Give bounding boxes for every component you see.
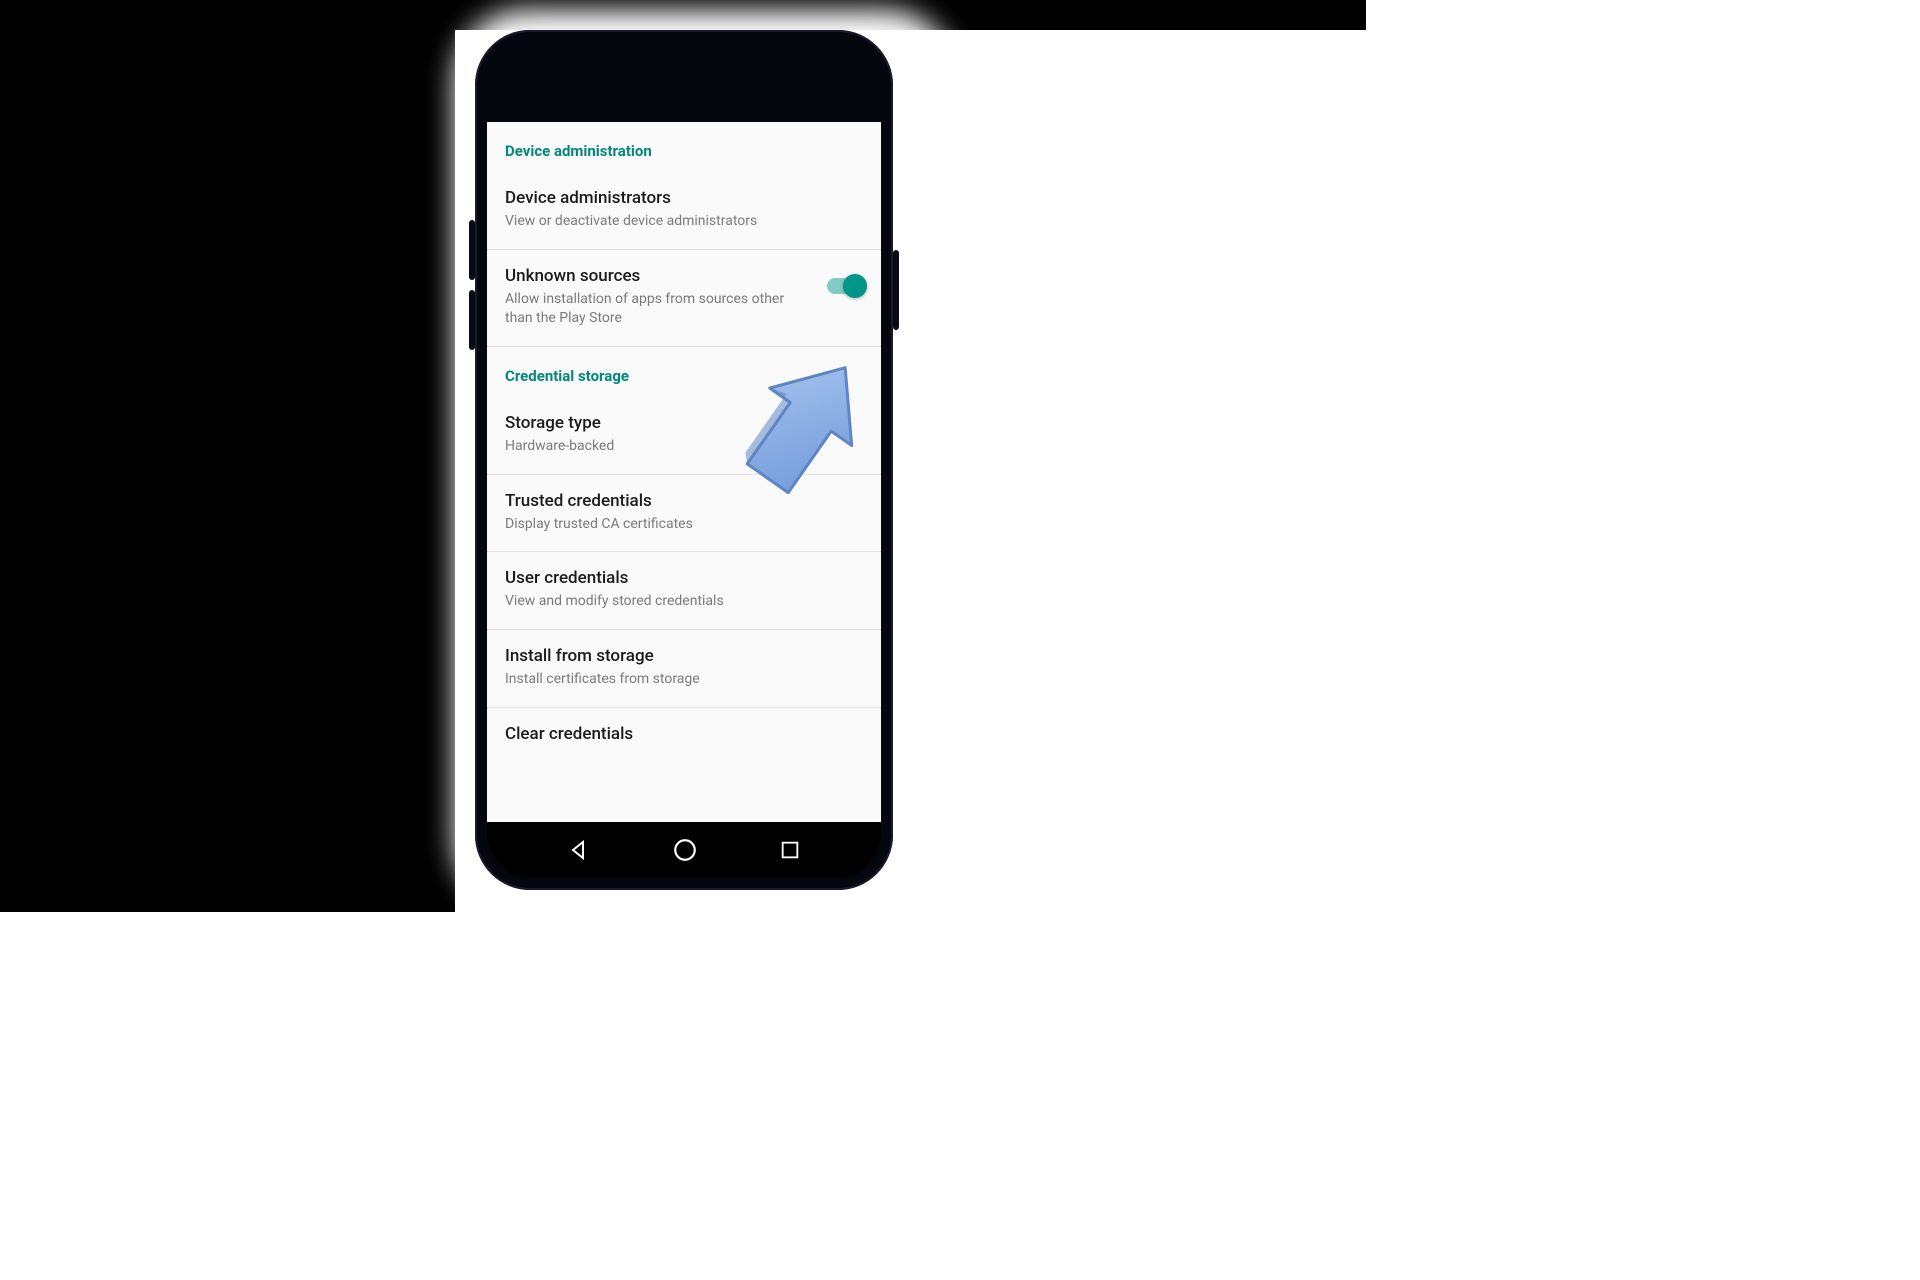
setting-subtitle: Display trusted CA certificates [505,515,863,534]
setting-subtitle: View or deactivate device administrators [505,212,863,231]
setting-device-administrators[interactable]: Device administrators View or deactivate… [487,172,881,250]
setting-text: Unknown sources Allow installation of ap… [505,266,815,328]
setting-install-from-storage[interactable]: Install from storage Install certificate… [487,630,881,708]
volume-up-button [469,220,475,280]
settings-screen: Device administration Device administrat… [487,122,881,822]
setting-user-credentials[interactable]: User credentials View and modify stored … [487,552,881,630]
setting-text: User credentials View and modify stored … [505,568,863,611]
nav-back-icon[interactable] [567,838,591,862]
setting-unknown-sources[interactable]: Unknown sources Allow installation of ap… [487,250,881,347]
toggle-knob-icon [843,274,867,298]
volume-down-button [469,290,475,350]
setting-text: Install from storage Install certificate… [505,646,863,689]
nav-home-icon[interactable] [672,837,698,863]
nav-recent-icon[interactable] [779,839,801,861]
setting-subtitle: Hardware-backed [505,437,863,456]
unknown-sources-toggle[interactable] [827,278,863,294]
setting-storage-type[interactable]: Storage type Hardware-backed [487,397,881,475]
setting-text: Clear credentials [505,724,863,748]
setting-title: Trusted credentials [505,491,863,511]
setting-text: Device administrators View or deactivate… [505,188,863,231]
phone-frame: Device administration Device administrat… [475,30,893,890]
page-black-left [0,0,455,912]
setting-clear-credentials[interactable]: Clear credentials [487,708,881,766]
setting-title: Unknown sources [505,266,815,286]
setting-subtitle: Allow installation of apps from sources … [505,290,815,328]
setting-title: Install from storage [505,646,863,666]
setting-title: Storage type [505,413,863,433]
setting-subtitle: Install certificates from storage [505,670,863,689]
section-header-credential-storage: Credential storage [487,347,881,397]
setting-title: Clear credentials [505,724,863,744]
setting-text: Trusted credentials Display trusted CA c… [505,491,863,534]
setting-trusted-credentials[interactable]: Trusted credentials Display trusted CA c… [487,475,881,553]
section-header-device-administration: Device administration [487,122,881,172]
android-nav-bar [487,822,881,878]
setting-text: Storage type Hardware-backed [505,413,863,456]
setting-title: Device administrators [505,188,863,208]
power-button [893,250,899,330]
setting-subtitle: View and modify stored credentials [505,592,863,611]
display-notch [619,42,749,70]
phone-screen-container: Device administration Device administrat… [487,42,881,878]
setting-title: User credentials [505,568,863,588]
